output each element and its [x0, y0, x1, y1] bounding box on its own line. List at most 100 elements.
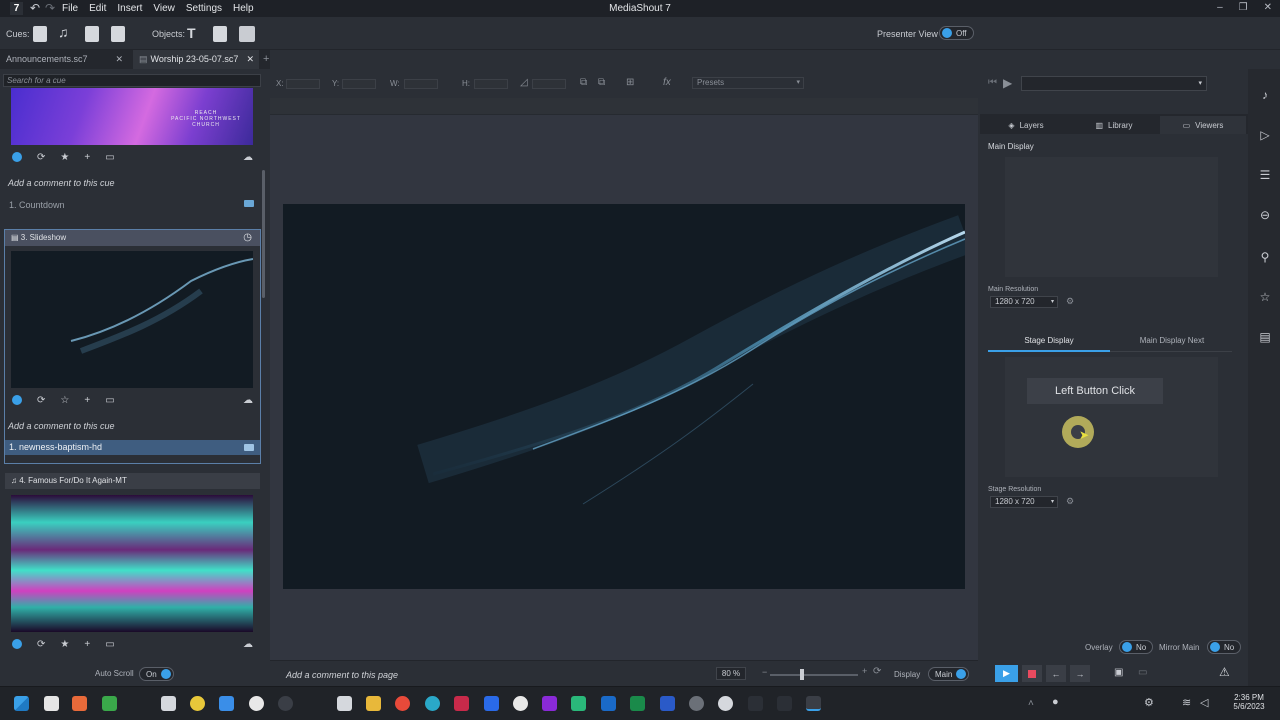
- stop-button[interactable]: [1022, 665, 1042, 682]
- clock-icon[interactable]: ◷: [243, 232, 252, 243]
- excel-icon[interactable]: [630, 696, 645, 711]
- minimize-button[interactable]: –: [1217, 2, 1223, 13]
- add-icon[interactable]: +: [84, 639, 90, 650]
- loop-icon[interactable]: ⟳: [37, 639, 45, 650]
- new-text-cue-icon[interactable]: [85, 26, 99, 42]
- list-icon[interactable]: ☰: [1258, 168, 1272, 182]
- ndi-app-icon[interactable]: [44, 696, 59, 711]
- star-icon[interactable]: ☆: [1258, 290, 1272, 304]
- cue1-comment[interactable]: Add a comment to this cue: [8, 178, 115, 188]
- cloud-icon[interactable]: ☁: [243, 395, 253, 406]
- image-object-icon[interactable]: [239, 26, 255, 42]
- w-field[interactable]: [404, 79, 438, 89]
- caption-icon[interactable]: ▭: [105, 395, 114, 406]
- new-song-cue-icon[interactable]: ♫: [58, 24, 69, 40]
- add-icon[interactable]: +: [84, 395, 90, 406]
- media-app-icon[interactable]: [278, 696, 293, 711]
- q-app-icon[interactable]: [454, 696, 469, 711]
- cue4-thumbnail[interactable]: [11, 495, 253, 632]
- auto-scroll-toggle[interactable]: On: [139, 667, 174, 681]
- edge-icon[interactable]: [425, 696, 440, 711]
- align-icon[interactable]: ⊞: [626, 77, 634, 88]
- dropbox-icon[interactable]: [484, 696, 499, 711]
- media-play-icon[interactable]: ▷: [1258, 128, 1272, 142]
- bookmark-icon[interactable]: ▤: [1258, 330, 1272, 344]
- add-tab-button[interactable]: +: [263, 53, 269, 65]
- x-field[interactable]: [286, 79, 320, 89]
- music-icon[interactable]: ♪: [1258, 88, 1272, 102]
- play-indicator-icon[interactable]: [12, 639, 22, 649]
- settings-gear-icon[interactable]: ⚙: [1066, 296, 1074, 307]
- mirror-main-toggle[interactable]: No: [1207, 640, 1242, 654]
- tab-worship[interactable]: ▤ Worship 23-05-07.sc7 ✕: [133, 50, 259, 69]
- monitor-output-icon[interactable]: ▣: [1114, 667, 1123, 678]
- tray-chevron-icon[interactable]: ˄: [1028, 698, 1034, 709]
- wrench-icon[interactable]: ⚲: [1258, 250, 1272, 264]
- mediashout-icon-active[interactable]: [806, 696, 821, 711]
- close-tab-icon[interactable]: ✕: [246, 54, 254, 65]
- cue3-thumbnail[interactable]: [11, 251, 253, 388]
- browser-app-icon[interactable]: [249, 696, 264, 711]
- zoom-slider-handle[interactable]: [800, 669, 804, 680]
- cue3-header[interactable]: ▤ 3. Slideshow ◷: [5, 230, 260, 246]
- tab-library[interactable]: ▥ Library: [1072, 116, 1156, 134]
- presenter-view-toggle[interactable]: Off: [939, 26, 974, 40]
- taskbar-clock[interactable]: 2:36 PM 5/6/2023: [1230, 693, 1268, 711]
- tray-settings-icon[interactable]: ⚙: [1144, 696, 1154, 709]
- rotation-field[interactable]: [532, 79, 566, 89]
- text-object-icon[interactable]: T: [187, 25, 196, 41]
- overlay-toggle[interactable]: No: [1119, 640, 1154, 654]
- cloud-icon[interactable]: ☁: [243, 152, 253, 163]
- tab-viewers[interactable]: ▭ Viewers: [1160, 116, 1246, 134]
- h-field[interactable]: [474, 79, 508, 89]
- warning-icon[interactable]: ⚠: [1219, 665, 1230, 679]
- add-icon[interactable]: +: [84, 152, 90, 163]
- window-app-icon[interactable]: [219, 696, 234, 711]
- main-resolution-select[interactable]: 1280 x 720 ▾: [990, 296, 1058, 308]
- cue3-comment[interactable]: Add a comment to this cue: [8, 421, 115, 431]
- media-object-icon[interactable]: [213, 26, 227, 42]
- display-toggle[interactable]: Main: [928, 667, 970, 681]
- group-icon[interactable]: ⧉: [598, 77, 605, 88]
- sheets-icon[interactable]: [571, 696, 586, 711]
- caption-icon[interactable]: ▭: [105, 639, 114, 650]
- caption-icon[interactable]: ▭: [105, 152, 114, 163]
- refresh-icon[interactable]: ⟳: [873, 666, 881, 677]
- cue-list-scrollbar[interactable]: [262, 170, 265, 298]
- chrome-icon[interactable]: [395, 696, 410, 711]
- next-button[interactable]: →: [1070, 665, 1090, 682]
- play-button[interactable]: ▶: [995, 665, 1018, 682]
- page-comment[interactable]: Add a comment to this page: [286, 670, 398, 680]
- zoom-out-icon[interactable]: −: [762, 667, 767, 677]
- play-indicator-icon[interactable]: [12, 152, 22, 162]
- office-app-icon[interactable]: [72, 696, 87, 711]
- arrange-icon[interactable]: ⧉: [580, 77, 587, 88]
- app-icon[interactable]: [718, 696, 733, 711]
- stage-resolution-select[interactable]: 1280 x 720 ▾: [990, 496, 1058, 508]
- slide-preview[interactable]: [283, 204, 965, 589]
- zoom-in-icon[interactable]: +: [862, 666, 867, 676]
- skip-back-icon[interactable]: ⏮: [988, 77, 997, 88]
- loop-icon[interactable]: ⟳: [37, 152, 45, 163]
- favorite-icon[interactable]: ☆: [60, 395, 69, 406]
- cue3-item-selected[interactable]: 1. newness-baptism-hd: [5, 440, 260, 455]
- close-window-button[interactable]: ✕: [1264, 2, 1272, 13]
- search-input[interactable]: Search for a cue: [3, 74, 261, 87]
- onenote-icon[interactable]: [542, 696, 557, 711]
- mediashout-icon-1[interactable]: [748, 696, 763, 711]
- settings-gear-icon[interactable]: ⚙: [1066, 496, 1074, 507]
- zoom-slider[interactable]: [770, 674, 858, 676]
- new-title-cue-icon[interactable]: [111, 26, 125, 42]
- maximize-button[interactable]: ❐: [1239, 2, 1248, 13]
- favorite-icon[interactable]: ★: [60, 152, 69, 163]
- effects-icon[interactable]: fx: [663, 77, 671, 88]
- zoom-field[interactable]: 80 %: [716, 667, 746, 680]
- ndi-tools-icon[interactable]: [161, 696, 176, 711]
- rotate-icon[interactable]: ◿: [520, 77, 528, 88]
- favorite-icon[interactable]: ★: [60, 639, 69, 650]
- stage-output-icon[interactable]: ▭: [1138, 667, 1147, 678]
- slack-icon[interactable]: [513, 696, 528, 711]
- green-arrow-app-icon[interactable]: [102, 696, 117, 711]
- tab-stage-display[interactable]: Stage Display: [988, 336, 1110, 345]
- countdown-item[interactable]: 1. Countdown: [5, 197, 260, 213]
